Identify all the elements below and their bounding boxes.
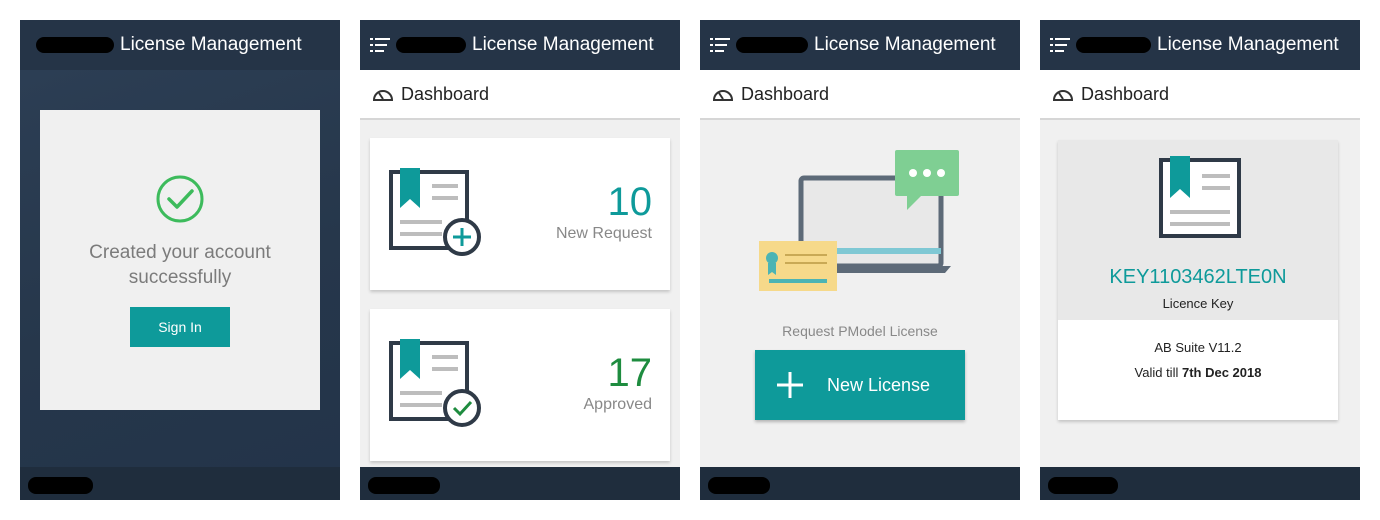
footer xyxy=(1040,467,1360,500)
dashboard-gauge-icon xyxy=(712,90,734,101)
request-pmodel-label: Request PModel License xyxy=(782,323,938,339)
dashboard-header: Dashboard xyxy=(360,70,680,120)
redacted-brand xyxy=(396,37,466,53)
top-bar: License Management xyxy=(700,20,1020,70)
screen-dashboard-stats: License Management Dashboard 10 New Requ… xyxy=(360,20,680,500)
app-title: License Management xyxy=(120,34,302,55)
top-bar: License Management xyxy=(1040,20,1360,70)
redacted-brand xyxy=(736,37,808,53)
success-card: Created your account successfully Sign I… xyxy=(40,110,320,410)
new-request-label: New Request xyxy=(555,225,652,242)
license-key-card[interactable]: KEY1103462LTE0N Licence Key AB Suite V11… xyxy=(1058,140,1338,420)
top-bar: License Management xyxy=(20,20,340,70)
check-circle-icon xyxy=(156,175,204,223)
new-request-card[interactable]: 10 New Request xyxy=(370,138,670,290)
validity: Valid till 7th Dec 2018 xyxy=(1058,365,1338,380)
success-message: Created your account successfully xyxy=(40,240,320,290)
success-message-line1: Created your account xyxy=(89,242,271,263)
dashboard-gauge-icon xyxy=(1052,90,1074,101)
license-icon xyxy=(1159,156,1241,238)
plus-icon xyxy=(777,372,803,398)
approved-label: Approved xyxy=(583,396,653,413)
dashboard-gauge-icon xyxy=(372,90,394,101)
app-title: License Management xyxy=(814,34,996,55)
dashboard-label: Dashboard xyxy=(1081,83,1170,104)
success-message-line2: successfully xyxy=(128,267,232,288)
sign-in-button[interactable]: Sign In xyxy=(130,307,230,347)
validity-date: 7th Dec 2018 xyxy=(1181,365,1262,380)
license-key-header: KEY1103462LTE0N Licence Key xyxy=(1058,140,1338,320)
redacted-footer xyxy=(368,477,440,494)
product-version: AB Suite V11.2 xyxy=(1154,340,1242,355)
dashboard-label: Dashboard xyxy=(741,83,830,104)
footer xyxy=(20,467,340,500)
footer xyxy=(700,467,1020,500)
screen-license-key: License Management Dashboard KEY1103462L… xyxy=(1040,20,1360,500)
top-bar: License Management xyxy=(360,20,680,70)
redacted-brand xyxy=(36,37,114,53)
validity-prefix: Valid till xyxy=(1134,365,1182,380)
license-approved-icon xyxy=(389,339,481,427)
redacted-brand xyxy=(1076,37,1151,53)
redacted-footer xyxy=(1048,477,1118,494)
redacted-footer xyxy=(28,477,93,494)
license-request-illustration xyxy=(759,150,959,291)
menu-icon[interactable] xyxy=(710,37,730,53)
license-key-value: KEY1103462LTE0N xyxy=(1109,266,1287,288)
app-title: License Management xyxy=(472,34,654,55)
menu-icon[interactable] xyxy=(1050,37,1070,53)
footer xyxy=(360,467,680,500)
menu-icon[interactable] xyxy=(370,37,390,53)
new-license-label: New License xyxy=(827,374,931,395)
license-add-icon xyxy=(389,168,481,256)
approved-card[interactable]: 17 Approved xyxy=(370,309,670,461)
app-title: License Management xyxy=(1157,34,1339,55)
screen-account-created: License Management Created your account … xyxy=(20,20,340,500)
redacted-footer xyxy=(708,477,770,494)
approved-count: 17 xyxy=(607,351,653,395)
screen-request-license: License Management Dashboard Request PMo… xyxy=(700,20,1020,500)
new-request-count: 10 xyxy=(607,180,653,224)
dashboard-label: Dashboard xyxy=(401,83,490,104)
license-key-label: Licence Key xyxy=(1162,296,1234,311)
dashboard-header: Dashboard xyxy=(1040,70,1360,120)
dashboard-header: Dashboard xyxy=(700,70,1020,120)
new-license-button[interactable]: New License xyxy=(755,350,965,420)
